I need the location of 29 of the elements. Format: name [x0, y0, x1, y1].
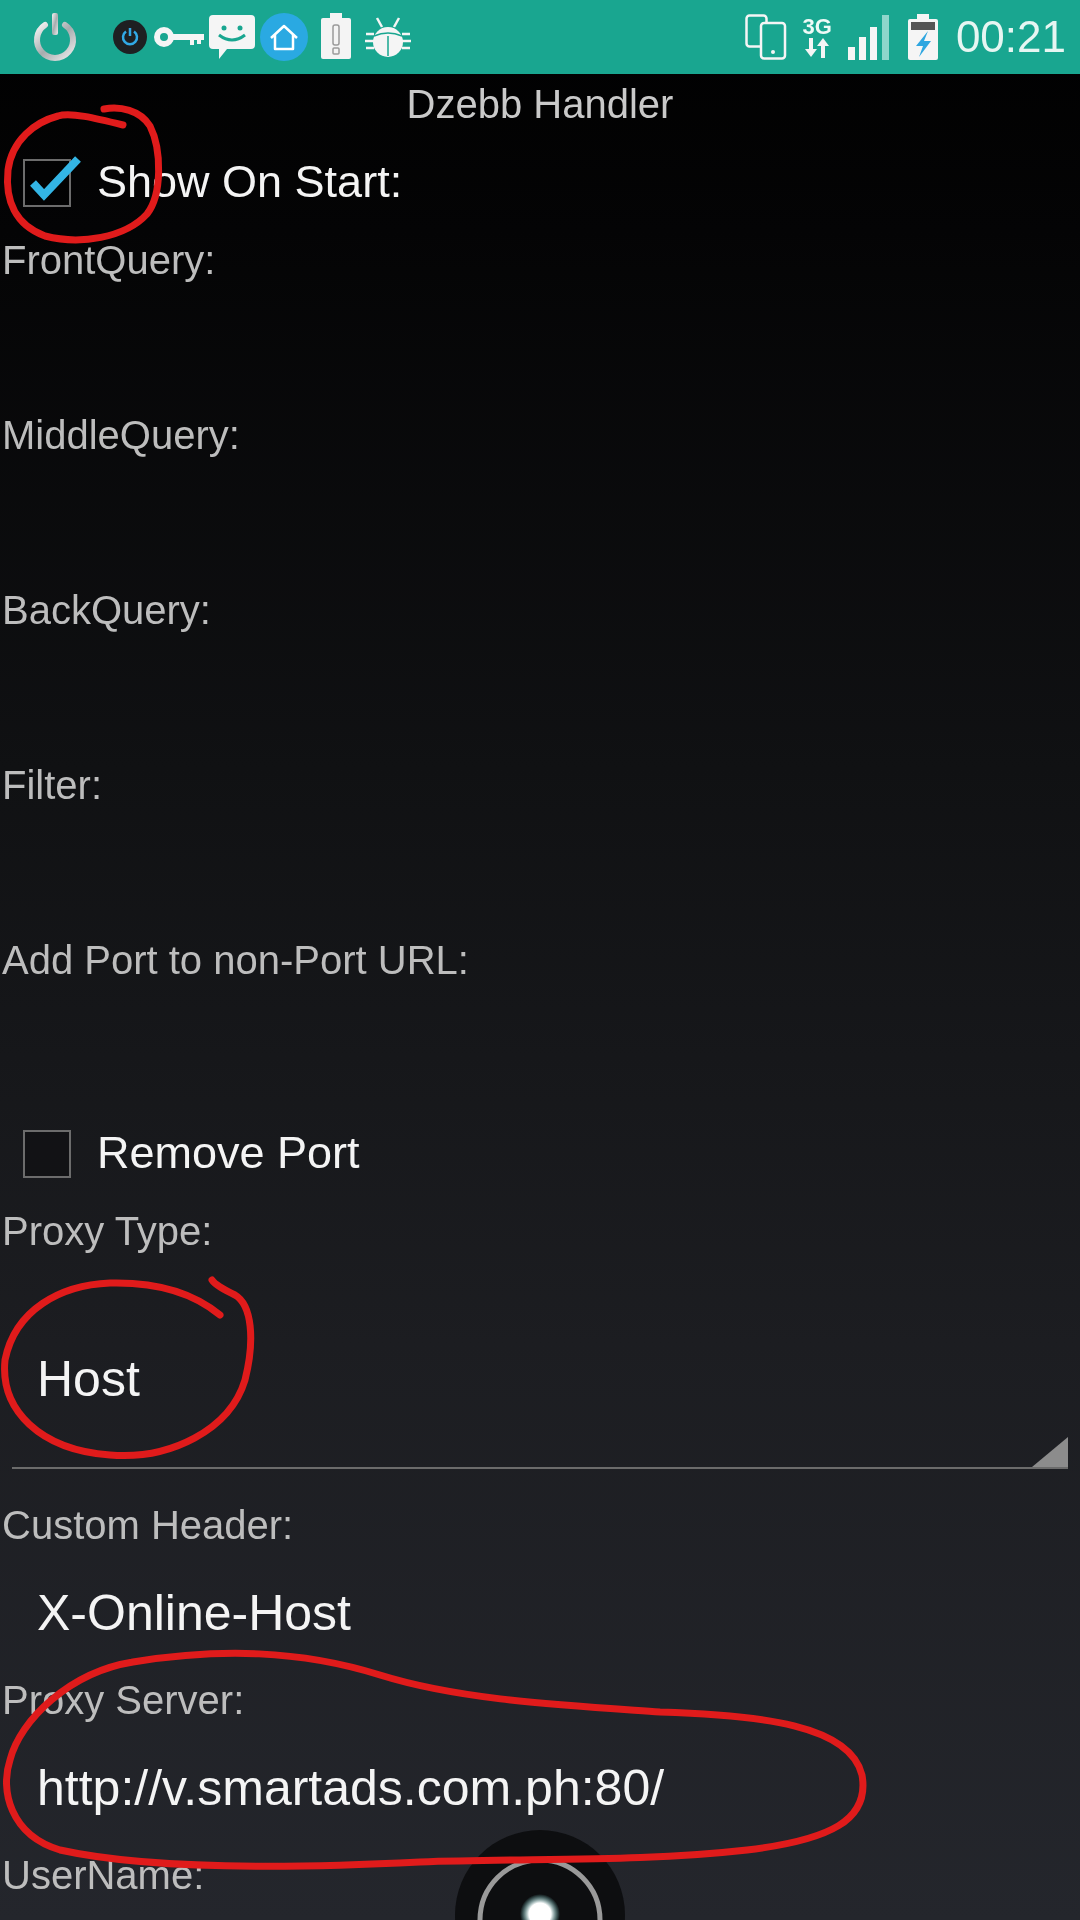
power-button-icon[interactable]	[113, 20, 147, 54]
dropdown-triangle-icon	[1032, 1437, 1068, 1467]
home-icon[interactable]	[260, 13, 308, 61]
field-label: Add Port to non-Port URL:	[1, 937, 469, 984]
checkbox[interactable]	[22, 156, 82, 208]
smiley-chat-icon[interactable]	[209, 15, 255, 59]
battery-alert-icon[interactable]	[319, 13, 353, 61]
field-label: Custom Header:	[1, 1502, 294, 1549]
clock-time: 00:21	[955, 12, 1066, 62]
bug-icon[interactable]	[364, 16, 412, 58]
field-label: UserName:	[1, 1852, 205, 1899]
dropdown[interactable]: Host	[12, 1291, 1068, 1469]
field-label: FrontQuery:	[1, 237, 216, 284]
phones-icon	[744, 14, 787, 60]
field-label: Proxy Type:	[1, 1208, 213, 1255]
field-label: BackQuery:	[1, 587, 211, 634]
battery-charging-icon	[905, 13, 940, 61]
floating-button[interactable]	[455, 1830, 625, 1920]
input-field[interactable]: X-Online-Host	[37, 1582, 351, 1643]
network-type-label: 3G	[802, 16, 832, 38]
field-label: Filter:	[1, 762, 102, 809]
checkbox-label: Remove Port	[97, 1126, 360, 1180]
input-field[interactable]: http://v.smartads.com.ph:80/	[37, 1757, 665, 1818]
data-arrows-icon	[805, 38, 830, 58]
signal-icon	[847, 14, 890, 60]
app-title: Dzebb Handler	[406, 81, 674, 128]
key-icon[interactable]	[152, 24, 204, 50]
checkbox[interactable]	[22, 1127, 73, 1179]
field-label: MiddleQuery:	[1, 412, 240, 459]
